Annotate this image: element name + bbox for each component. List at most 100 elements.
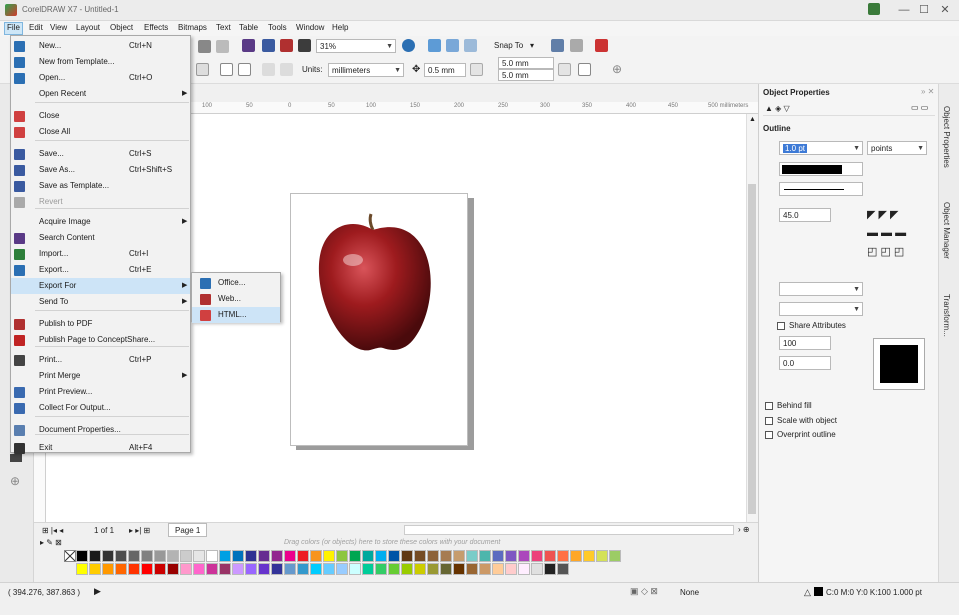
snap-to-label[interactable]: Snap To <box>494 41 523 50</box>
import-icon[interactable] <box>262 39 275 52</box>
file-menu-item-close-all[interactable]: Close All <box>11 124 190 140</box>
color-swatch[interactable] <box>245 550 257 562</box>
file-menu-item-save-as[interactable]: Save As... Ctrl+Shift+S <box>11 162 190 178</box>
show-grid-icon[interactable] <box>446 39 459 52</box>
file-menu-item-search-content[interactable]: Search Content <box>11 230 190 246</box>
welcome-screen-icon[interactable] <box>551 39 564 52</box>
color-swatch[interactable] <box>193 563 205 575</box>
color-swatch[interactable] <box>570 550 582 562</box>
color-swatch[interactable] <box>167 563 179 575</box>
color-swatch[interactable] <box>453 563 465 575</box>
color-swatch[interactable] <box>297 563 309 575</box>
color-swatch[interactable] <box>414 563 426 575</box>
color-swatch[interactable] <box>219 563 231 575</box>
color-swatch[interactable] <box>206 563 218 575</box>
color-swatch[interactable] <box>427 563 439 575</box>
maximize-icon[interactable]: ☐ <box>915 2 933 18</box>
file-menu-item-print[interactable]: Print... Ctrl+P <box>11 352 190 368</box>
color-swatch[interactable] <box>284 550 296 562</box>
color-swatch[interactable] <box>505 550 517 562</box>
color-swatch[interactable] <box>518 563 530 575</box>
color-swatch[interactable] <box>388 550 400 562</box>
color-swatch[interactable] <box>297 550 309 562</box>
file-menu-item-export-for[interactable]: Export For ▶ <box>11 278 190 294</box>
scroll-up-icon[interactable]: ▲ <box>749 116 756 123</box>
color-swatch[interactable] <box>349 563 361 575</box>
color-swatch[interactable] <box>492 550 504 562</box>
outline-tab-icon[interactable]: ▲ ◈ ▽ <box>765 104 790 113</box>
color-swatch[interactable] <box>323 550 335 562</box>
color-swatch[interactable] <box>180 550 192 562</box>
outline-width-field[interactable]: 1.0 pt ▼ <box>779 141 863 155</box>
color-swatch[interactable] <box>544 563 556 575</box>
color-swatch[interactable] <box>284 563 296 575</box>
color-swatch[interactable] <box>128 550 140 562</box>
menu-tools[interactable]: Tools <box>266 23 289 32</box>
file-menu-item-new-from-template[interactable]: New from Template... <box>11 54 190 70</box>
color-swatch[interactable] <box>557 563 569 575</box>
document-page[interactable] <box>290 193 468 446</box>
color-swatch[interactable] <box>349 550 361 562</box>
overprint-outline-checkbox[interactable] <box>765 431 773 439</box>
menu-text[interactable]: Text <box>214 23 233 32</box>
tab-object-manager[interactable]: Object Manager <box>942 202 951 259</box>
nib-angle-field[interactable]: 0.0 <box>779 356 831 370</box>
color-swatch[interactable] <box>336 563 348 575</box>
color-swatch[interactable] <box>453 550 465 562</box>
apple-image[interactable] <box>291 194 467 445</box>
end-arrowhead-select[interactable]: ▼ <box>779 302 863 316</box>
color-swatch[interactable] <box>479 550 491 562</box>
file-menu-item-save[interactable]: Save... Ctrl+S <box>11 146 190 162</box>
color-swatch[interactable] <box>76 550 88 562</box>
chevron-down-icon[interactable]: ▾ <box>530 41 534 50</box>
nib-preview[interactable] <box>873 338 925 390</box>
color-swatch[interactable] <box>102 563 114 575</box>
color-swatch[interactable] <box>544 550 556 562</box>
outline-units-select[interactable]: points ▼ <box>867 141 927 155</box>
color-swatch[interactable] <box>414 550 426 562</box>
docker-options-icon[interactable]: ▭ ▭ <box>911 103 928 112</box>
color-swatch[interactable] <box>258 550 270 562</box>
color-swatch[interactable] <box>232 550 244 562</box>
menu-bitmaps[interactable]: Bitmaps <box>176 23 209 32</box>
no-color-swatch[interactable] <box>64 550 76 562</box>
menu-layout[interactable]: Layout <box>74 23 102 32</box>
line-cap-icon[interactable]: ▬ ▬ ▬ <box>867 227 906 239</box>
line-style-select[interactable] <box>779 182 863 196</box>
page-next-icon[interactable]: ▸ ▸| ⊞ <box>129 526 150 535</box>
search-content-icon[interactable] <box>242 39 255 52</box>
color-swatch[interactable] <box>323 563 335 575</box>
file-menu-item-send-to[interactable]: Send To ▶ <box>11 294 190 310</box>
color-swatch[interactable] <box>154 563 166 575</box>
color-swatch[interactable] <box>219 550 231 562</box>
corner-style-icon[interactable]: ◤ ◤ ◤ <box>867 208 899 221</box>
export-for-item-web[interactable]: Web... <box>192 291 280 307</box>
color-swatch[interactable] <box>518 550 530 562</box>
undo-icon[interactable] <box>198 40 211 53</box>
miter-limit-field[interactable]: 45.0 <box>779 208 831 222</box>
file-menu-item-document-properties[interactable]: Document Properties... <box>11 422 190 438</box>
color-swatch[interactable] <box>258 563 270 575</box>
color-swatch[interactable] <box>479 563 491 575</box>
color-swatch[interactable] <box>206 550 218 562</box>
nudge-distance-field[interactable]: 0.5 mm <box>424 63 466 77</box>
color-swatch[interactable] <box>271 550 283 562</box>
zoom-level-field[interactable]: 31% ▼ <box>316 39 396 53</box>
all-pages-icon[interactable] <box>262 63 275 76</box>
share-attributes-checkbox[interactable] <box>777 322 785 330</box>
color-swatch[interactable] <box>401 563 413 575</box>
menu-help[interactable]: Help <box>330 23 350 32</box>
export-for-item-office[interactable]: Office... <box>192 275 280 291</box>
color-swatch[interactable] <box>492 563 504 575</box>
color-swatch[interactable] <box>557 550 569 562</box>
color-swatch[interactable] <box>89 563 101 575</box>
file-menu-item-acquire-image[interactable]: Acquire Image ▶ <box>11 214 190 230</box>
menu-file[interactable]: File <box>4 22 23 35</box>
play-icon[interactable]: ▶ <box>94 586 101 597</box>
menu-effects[interactable]: Effects <box>142 23 170 32</box>
color-swatch[interactable] <box>375 563 387 575</box>
duplicate-spinner-icon[interactable] <box>558 63 571 76</box>
menu-table[interactable]: Table <box>237 23 260 32</box>
file-menu-item-print-preview[interactable]: Print Preview... <box>11 384 190 400</box>
color-swatch[interactable] <box>271 563 283 575</box>
